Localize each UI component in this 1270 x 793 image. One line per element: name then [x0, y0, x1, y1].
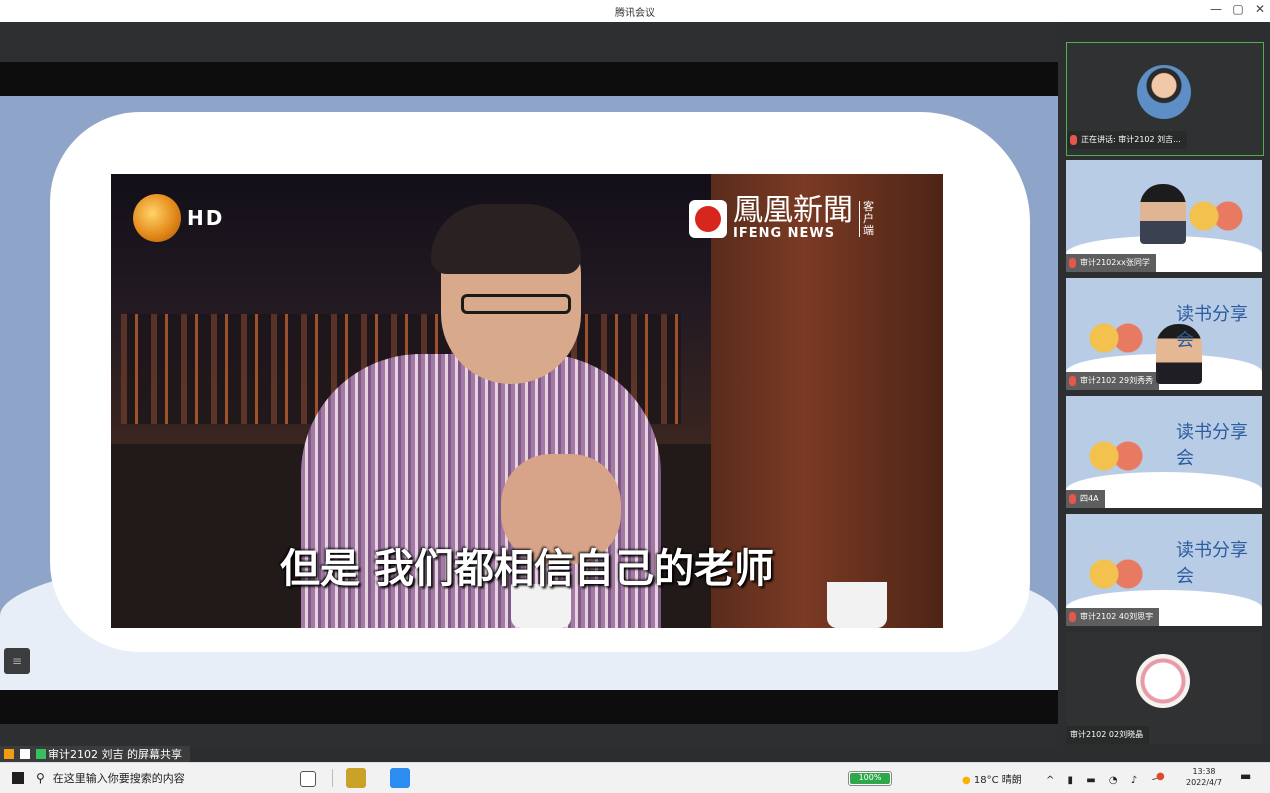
ifeng-title-en: IFENG NEWS: [733, 226, 836, 241]
title-bar: 腾讯会议 — ▢ ✕: [0, 0, 1270, 23]
clock-date: 2022/4/7: [1186, 778, 1222, 787]
avatar: [1137, 65, 1191, 119]
ifeng-title-cn: 鳳凰新聞: [733, 193, 853, 228]
participant-camera: [1140, 184, 1186, 244]
phoenix-hd-logo: HD: [133, 194, 224, 242]
maximize-button[interactable]: ▢: [1228, 2, 1248, 16]
mic-icon: [1069, 612, 1076, 622]
mic-icon: [1069, 258, 1076, 268]
participant-tile[interactable]: 读书分享会 审计2102 29刘秀秀: [1066, 278, 1262, 390]
participant-name: 正在讲话: 审计2102 刘吉...: [1067, 131, 1187, 149]
speaker-hair: [431, 204, 581, 274]
notification-icon[interactable]: ▬: [1240, 769, 1251, 783]
embedded-video[interactable]: HD 鳳凰新聞 IFENG NEWS 客户端 但是 我们都相信自己的老师: [111, 174, 943, 628]
search-icon: ⚲: [36, 771, 45, 785]
tencent-meeting-icon[interactable]: [390, 768, 410, 788]
screen-share-bar[interactable]: 审计2102 刘吉 的屏幕共享: [0, 746, 190, 762]
participant-name: 审计2102 29刘秀秀: [1066, 372, 1160, 390]
ifeng-icon: [689, 199, 727, 238]
letterbox-top: [0, 62, 1058, 96]
screen-share-area: HD 鳳凰新聞 IFENG NEWS 客户端 但是 我们都相信自己的老师 ≡: [0, 22, 1058, 746]
clock-time: 13:38: [1192, 767, 1216, 776]
avatar: [1136, 654, 1190, 708]
close-button[interactable]: ✕: [1250, 2, 1270, 16]
letterbox-bottom: [0, 690, 1058, 724]
download-icon: [36, 749, 46, 759]
hd-badge: HD: [187, 206, 225, 230]
tile-kids-image: [1086, 322, 1146, 362]
participant-tile[interactable]: 读书分享会 四4A: [1066, 396, 1262, 508]
search-placeholder: 在这里输入你要搜索的内容: [52, 772, 185, 785]
participant-tile[interactable]: 读书分享会 审计2102 40刘思宇: [1066, 514, 1262, 626]
shared-slide: HD 鳳凰新聞 IFENG NEWS 客户端 但是 我们都相信自己的老师: [0, 96, 1058, 690]
participant-name: 审计2102 40刘思宇: [1066, 608, 1160, 626]
tile-kids-image: [1086, 558, 1146, 598]
windows-start-icon[interactable]: [12, 772, 24, 784]
minimize-button[interactable]: —: [1206, 2, 1226, 16]
video-subtitle: 但是 我们都相信自己的老师: [280, 546, 774, 592]
weather-widget[interactable]: ● 18°C 晴朗: [962, 771, 1022, 786]
battery-label: 100%: [858, 773, 882, 782]
battery-indicator: 100%: [848, 771, 892, 786]
taskbar-search[interactable]: ⚲ 在这里输入你要搜索的内容: [36, 766, 286, 790]
mic-icon: [1069, 494, 1076, 504]
slide-title-text: 读书分享会: [1176, 304, 1248, 351]
participant-name: 审计2102 02刘晓晶: [1066, 726, 1150, 744]
tile-kids-image: [1086, 440, 1146, 480]
tile-kids-image: [1186, 200, 1246, 240]
taskbar-clock[interactable]: 13:38 2022/4/7: [1186, 766, 1222, 788]
divider: [332, 769, 333, 787]
system-tray-icons[interactable]: ^ ▮ ▬ ◔ ♪ ㇀: [1046, 771, 1165, 786]
menu-lines-icon[interactable]: ≡: [4, 648, 30, 674]
taskbar: ⚲ 在这里输入你要搜索的内容 100% ● 18°C 晴朗 ^ ▮ ▬ ◔ ♪ …: [0, 762, 1270, 793]
share-bar-label: 审计2102 刘吉 的屏幕共享: [48, 748, 182, 761]
slide-title-text: 读书分享会: [1176, 422, 1248, 469]
screen-icon: [20, 749, 30, 759]
slide-title-text: 读书分享会: [1176, 540, 1248, 587]
mic-icon: [1069, 376, 1076, 386]
task-view-icon[interactable]: [300, 771, 316, 787]
weather-text: 18°C 晴朗: [973, 775, 1022, 786]
tray-app-icon[interactable]: ●: [1156, 771, 1165, 782]
user-icon: [4, 749, 14, 759]
participant-name: 审计2102xx张同学: [1066, 254, 1156, 272]
app-icon[interactable]: [346, 768, 366, 788]
mic-icon: [1070, 135, 1077, 145]
participant-tile[interactable]: 正在讲话: 审计2102 刘吉...: [1066, 42, 1264, 156]
speaker-glasses: [461, 294, 571, 314]
participant-tile[interactable]: 审计2102xx张同学: [1066, 160, 1262, 272]
sun-icon: ●: [962, 775, 971, 786]
window-title: 腾讯会议: [615, 8, 655, 19]
participant-tile[interactable]: 审计2102 02刘晓晶: [1066, 632, 1262, 744]
phoenix-icon: [133, 194, 181, 242]
ifeng-news-logo: 鳳凰新聞 IFENG NEWS 客户端: [689, 196, 877, 241]
ifeng-client-label: 客户端: [859, 200, 877, 237]
